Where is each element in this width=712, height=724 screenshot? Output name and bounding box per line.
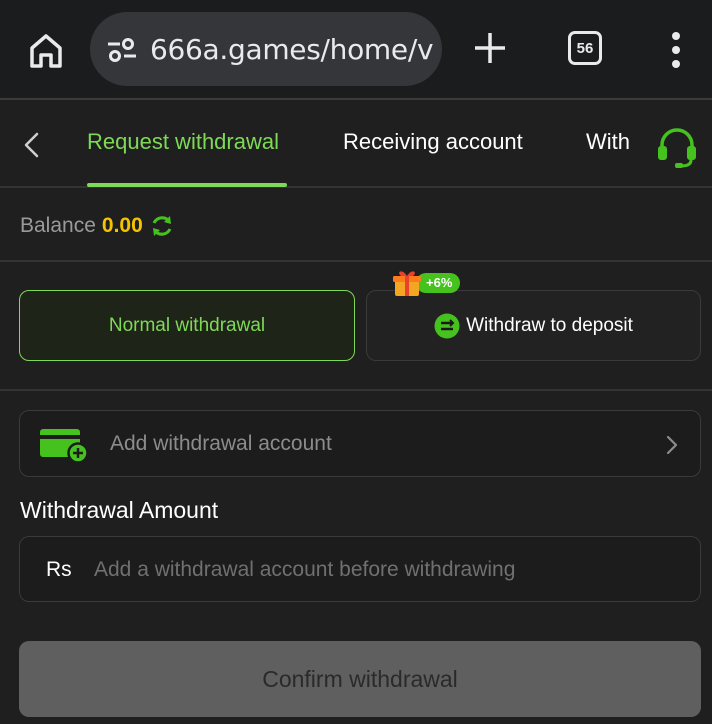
withdraw-to-deposit-label: Withdraw to deposit [466,314,633,336]
divider [0,389,712,391]
add-withdrawal-account-button[interactable]: Add withdrawal account [19,410,701,477]
balance-value: 0.00 [101,214,143,237]
refresh-icon[interactable] [149,213,175,239]
normal-withdrawal-button[interactable]: Normal withdrawal [19,290,355,361]
home-icon[interactable] [24,28,68,72]
divider [0,260,712,262]
bonus-percent: +6% [416,273,461,293]
back-icon[interactable] [20,130,44,160]
tab-receiving-account[interactable]: Receiving account [343,129,523,155]
balance-row: Balance 0.00 [20,211,175,241]
gift-icon [393,271,421,296]
normal-withdrawal-label: Normal withdrawal [108,314,266,336]
add-withdrawal-account-label: Add withdrawal account [110,432,332,455]
more-vert-icon[interactable] [664,30,688,70]
plus-icon[interactable] [470,28,510,68]
confirm-withdrawal-button[interactable]: Confirm withdrawal [19,641,701,717]
amount-placeholder: Add a withdrawal account before withdraw… [94,558,516,581]
tab-request-withdrawal[interactable]: Request withdrawal [87,129,279,155]
url-text[interactable]: 666a.games/home/v [150,33,434,66]
withdraw-to-deposit-button[interactable]: Withdraw to deposit [366,290,701,361]
withdrawal-amount-input[interactable]: Rs Add a withdrawal account before withd… [19,536,701,602]
currency-symbol: Rs [46,558,72,581]
bonus-badge: +6% [392,268,461,298]
exchange-icon [434,313,460,338]
withdrawal-amount-heading: Withdrawal Amount [20,497,219,523]
headset-icon[interactable] [654,124,700,170]
wallet-add-icon [40,429,88,463]
address-bar[interactable]: 666a.games/home/v [90,12,442,86]
balance-label: Balance [20,214,96,237]
site-settings-icon[interactable] [106,36,138,64]
chevron-right-icon [666,435,678,455]
tab-switcher-icon[interactable]: 56 [568,31,602,65]
confirm-withdrawal-label: Confirm withdrawal [262,665,458,692]
tab-withdrawal-records[interactable]: With [586,129,634,155]
active-tab-indicator [87,183,287,187]
